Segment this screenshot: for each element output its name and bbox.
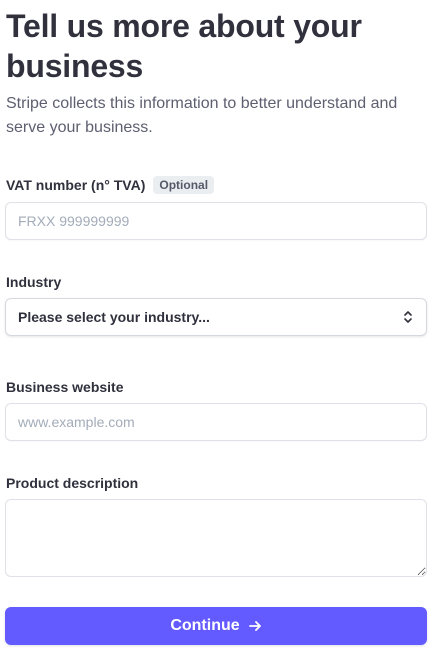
continue-button-label: Continue <box>170 617 240 634</box>
website-field-label-row: Business website <box>6 377 124 397</box>
website-field-label: Business website <box>6 379 124 395</box>
business-website-input[interactable] <box>5 403 427 441</box>
optional-badge: Optional <box>153 176 215 194</box>
continue-button[interactable]: Continue <box>5 607 427 645</box>
page-subtitle: Stripe collects this information to bett… <box>6 95 398 136</box>
product-description-textarea[interactable] <box>5 499 427 577</box>
vat-field-label-row: VAT number (n° TVA) Optional <box>6 175 215 195</box>
vat-number-input[interactable] <box>5 202 427 240</box>
chevron-up-down-icon <box>402 309 414 325</box>
description-field-label: Product description <box>6 475 139 491</box>
industry-field-label-row: Industry <box>6 272 61 292</box>
arrow-right-icon <box>248 619 262 633</box>
vat-field-label: VAT number (n° TVA) <box>6 177 146 193</box>
industry-select[interactable]: Please select your industry... <box>5 298 427 336</box>
description-field-label-row: Product description <box>6 473 138 493</box>
industry-select-value: Please select your industry... <box>18 309 210 325</box>
onboarding-form-page: Tell us more about your business Stripe … <box>0 0 437 655</box>
industry-field-label: Industry <box>6 274 62 290</box>
page-title: Tell us more about your business <box>6 8 362 84</box>
